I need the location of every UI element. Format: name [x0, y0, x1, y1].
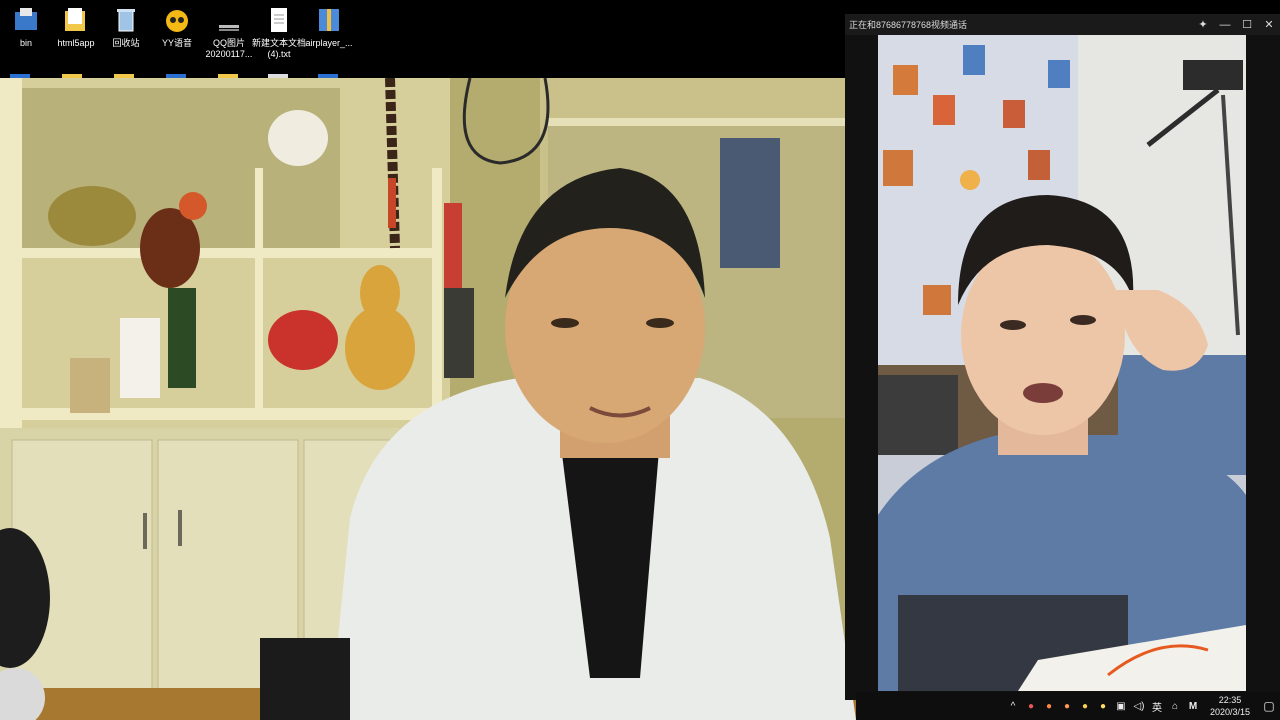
minimize-icon[interactable]: — — [1214, 14, 1236, 35]
volume-icon[interactable]: ◁) — [1132, 699, 1146, 713]
folder-icon — [65, 8, 85, 31]
tray-app-icon[interactable]: ● — [1096, 699, 1110, 713]
tray-app-icon[interactable]: ● — [1024, 699, 1038, 713]
desktop-icons: bin html5app 回收站 YY语音 QQ图片20200117... 新建… — [0, 0, 845, 80]
usb-icon[interactable]: ⌂ — [1168, 699, 1182, 713]
text-file-icon — [271, 8, 287, 32]
desktop-icon-html5app[interactable]: html5app — [50, 4, 102, 49]
network-icon[interactable]: ▣ — [1114, 699, 1128, 713]
remote-video-image — [878, 35, 1246, 691]
desktop-icon-recycle-bin[interactable]: 回收站 — [100, 4, 152, 49]
desktop-icon-airplayer[interactable]: airplayer_... — [303, 4, 355, 49]
desktop-icon-bin[interactable]: bin — [0, 4, 52, 49]
recycle-bin-icon — [117, 9, 135, 32]
local-video-feed — [0, 78, 856, 720]
tray-app-icon[interactable]: ● — [1060, 699, 1074, 713]
desktop-icon-qq-image[interactable]: QQ图片20200117... — [202, 4, 256, 60]
desktop-icon-text-file[interactable]: 新建文本文档(4).txt — [252, 4, 306, 60]
bin-folder-icon — [15, 8, 37, 30]
clock[interactable]: 22:35 2020/3/15 — [1206, 694, 1254, 718]
tray-app-icon[interactable]: ● — [1042, 699, 1056, 713]
remote-video-feed — [878, 35, 1246, 691]
close-icon[interactable]: ✕ — [1258, 14, 1280, 35]
tray-app-icon[interactable]: ● — [1078, 699, 1092, 713]
pin-icon[interactable]: ✦ — [1192, 14, 1214, 35]
clock-date: 2020/3/15 — [1209, 707, 1251, 717]
ime-mode-icon[interactable]: M — [1186, 699, 1200, 713]
image-file-icon — [219, 25, 239, 31]
call-title: 正在和87686778768视频通话 — [849, 20, 968, 30]
system-tray: ^ ● ● ● ● ● ▣ ◁) 英 ⌂ M 22:35 2020/3/15 ▢ — [856, 692, 1280, 720]
yy-voice-icon — [166, 10, 188, 32]
desktop-icon-yy[interactable]: YY语音 — [151, 4, 203, 49]
maximize-icon[interactable]: ☐ — [1236, 14, 1258, 35]
ime-language[interactable]: 英 — [1150, 699, 1164, 714]
local-video-image — [0, 78, 856, 720]
archive-icon — [319, 9, 339, 31]
call-titlebar[interactable]: 正在和87686778768视频通话 ✦ — ☐ ✕ — [845, 14, 1280, 35]
video-call-window: 正在和87686778768视频通话 ✦ — ☐ ✕ — [845, 14, 1280, 700]
notification-icon[interactable]: ▢ — [1258, 699, 1280, 713]
chevron-up-icon[interactable]: ^ — [1006, 699, 1020, 713]
clock-time: 22:35 — [1218, 695, 1242, 705]
